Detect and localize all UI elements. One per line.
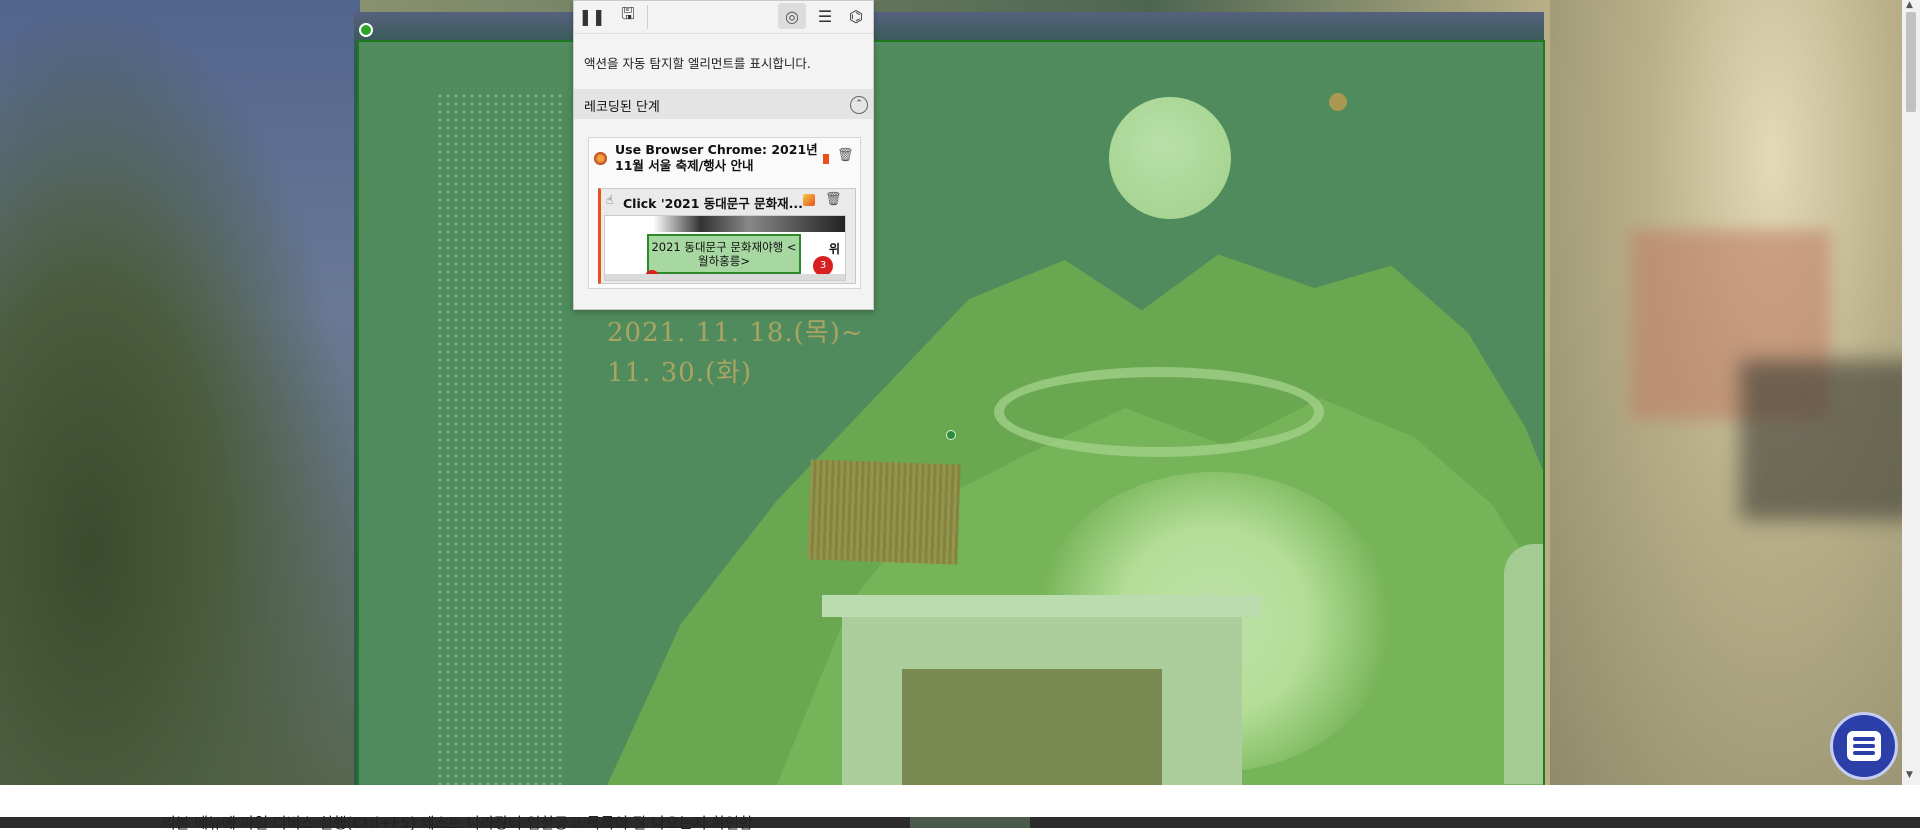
vertical-scrollbar[interactable]: ▲ ▼	[1902, 0, 1920, 785]
click-icon: ☝	[606, 193, 614, 207]
checklist-icon: ☰	[817, 6, 833, 26]
save-icon: 🖫	[621, 3, 635, 23]
chrome-icon	[594, 152, 607, 165]
toolbar-divider	[647, 5, 648, 29]
trash-icon: 🗑	[825, 192, 842, 207]
camera-icon: ⌬	[849, 6, 863, 26]
checklist-button[interactable]: ☰	[811, 3, 839, 29]
scroll-thumb[interactable]	[1906, 12, 1916, 112]
auto-detect-button[interactable]: ◎	[778, 3, 806, 29]
save-button[interactable]: 🖫	[614, 3, 642, 29]
scroll-up-arrow[interactable]: ▲	[1906, 0, 1913, 10]
pause-button[interactable]: ❚❚	[578, 3, 606, 29]
trash-icon: 🗑	[837, 148, 854, 163]
thumbnail-side-text: 위	[829, 242, 841, 256]
recorded-steps-header: 레코딩된 단계 ⌃	[574, 89, 873, 119]
background-shape	[1740, 360, 1920, 520]
screenshot-button[interactable]: ⌬	[842, 3, 870, 29]
page-bottom-block	[910, 817, 1030, 828]
step-use-browser[interactable]: Use Browser Chrome: 2021년 11월 서울 축제/행사 안…	[588, 137, 861, 289]
highlight-center-dot	[946, 430, 956, 440]
delete-step-button[interactable]: 🗑	[837, 148, 854, 163]
recorded-steps-title: 레코딩된 단계	[584, 100, 660, 115]
detect-hint-text: 액션을 자동 탐지할 엘리먼트를 표시합니다.	[584, 56, 811, 71]
target-detect-icon: ◎	[785, 6, 799, 26]
step-target-icon	[803, 194, 815, 206]
step-thumbnail[interactable]: 2021 동대문구 문화재야행 <월하홍릉> 3 위	[604, 215, 846, 281]
background-right-image	[1550, 0, 1920, 785]
step-click-label: Click '2021 동대문구 문화재...	[623, 196, 803, 211]
recorder-panel: ❚❚ 🖫 ◎ ☰ ⌬ 액션을 자동 탐지할 엘리먼트를 표시합니다. 레코딩된 …	[573, 0, 874, 310]
collapse-button[interactable]: ⌃	[850, 96, 868, 114]
recorder-toolbar: ❚❚ 🖫 ◎ ☰ ⌬	[574, 1, 873, 34]
thumbnail-image-strip	[605, 216, 845, 232]
pause-icon: ❚❚	[578, 6, 606, 26]
step-flag-icon	[823, 154, 829, 164]
step-click[interactable]: ☝ Click '2021 동대문구 문화재... 🗑 2021 동대문구 문화…	[598, 188, 856, 284]
floating-menu-button[interactable]	[1830, 712, 1898, 780]
highlight-anchor-icon[interactable]	[359, 23, 373, 37]
bottom-caption: 리본 메뉴에 파일 디버스 실행(Ctrl+F5) 테스트 나라장터 입찰공고 …	[162, 814, 753, 832]
scroll-down-arrow[interactable]: ▼	[1906, 770, 1913, 780]
chevron-up-icon: ⌃	[855, 99, 863, 109]
step-use-browser-label: Use Browser Chrome: 2021년 11월 서울 축제/행사 안…	[615, 142, 818, 173]
thumbnail-target-label: 2021 동대문구 문화재야행 <월하홍릉>	[647, 234, 801, 274]
thumbnail-scrollbar[interactable]	[605, 274, 845, 280]
background-left-image	[0, 0, 360, 785]
delete-substep-button[interactable]: 🗑	[825, 192, 842, 207]
thumbnail-number-badge: 3	[813, 256, 833, 276]
list-menu-icon	[1847, 731, 1881, 761]
